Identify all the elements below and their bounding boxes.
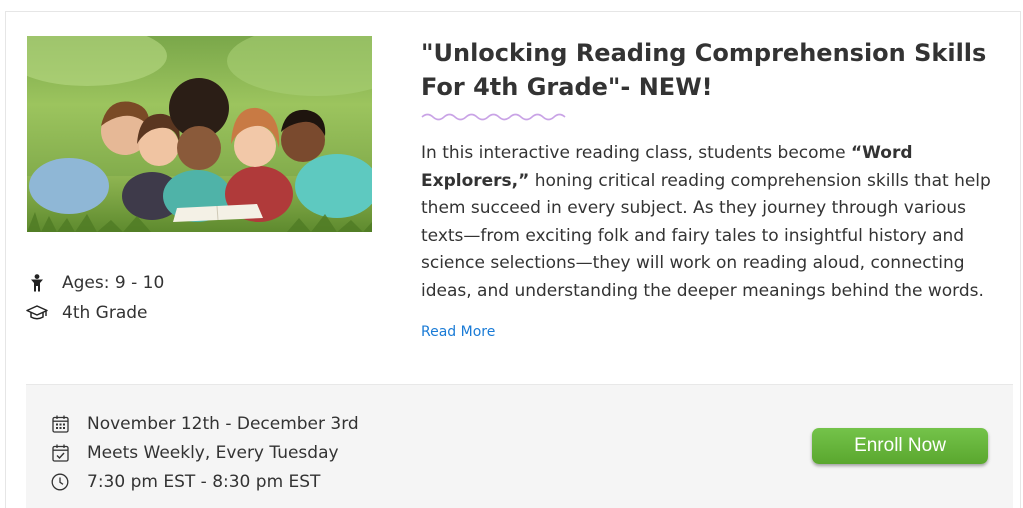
course-title: "Unlocking Reading Comprehension Skills … [421, 39, 987, 101]
schedule-frequency-row: Meets Weekly, Every Tuesday [50, 438, 359, 467]
calendar-icon [50, 414, 70, 434]
schedule-list: November 12th - December 3rd Meets Weekl… [50, 409, 359, 496]
schedule-dates: November 12th - December 3rd [87, 413, 359, 434]
graduation-cap-icon [26, 303, 48, 323]
enroll-now-button[interactable]: Enroll Now [812, 428, 988, 464]
ages-label: Ages: 9 - 10 [62, 273, 165, 293]
clock-icon [50, 472, 70, 492]
grade-label: 4th Grade [62, 303, 148, 323]
schedule-time-row: 7:30 pm EST - 8:30 pm EST [50, 467, 359, 496]
decorative-squiggle [421, 113, 566, 121]
schedule-frequency: Meets Weekly, Every Tuesday [87, 442, 339, 463]
calendar-check-icon [50, 443, 70, 463]
ages-row: Ages: 9 - 10 [26, 268, 164, 298]
schedule-panel: November 12th - December 3rd Meets Weekl… [26, 384, 1013, 508]
course-image [27, 36, 372, 232]
grade-row: 4th Grade [26, 298, 164, 328]
course-description: In this interactive reading class, stude… [421, 140, 1013, 305]
child-icon [26, 273, 48, 293]
schedule-dates-row: November 12th - December 3rd [50, 409, 359, 438]
read-more-link[interactable]: Read More [421, 324, 495, 340]
course-meta: Ages: 9 - 10 4th Grade [26, 268, 164, 328]
schedule-time: 7:30 pm EST - 8:30 pm EST [87, 471, 321, 492]
description-text-start: In this interactive reading class, stude… [421, 143, 851, 163]
